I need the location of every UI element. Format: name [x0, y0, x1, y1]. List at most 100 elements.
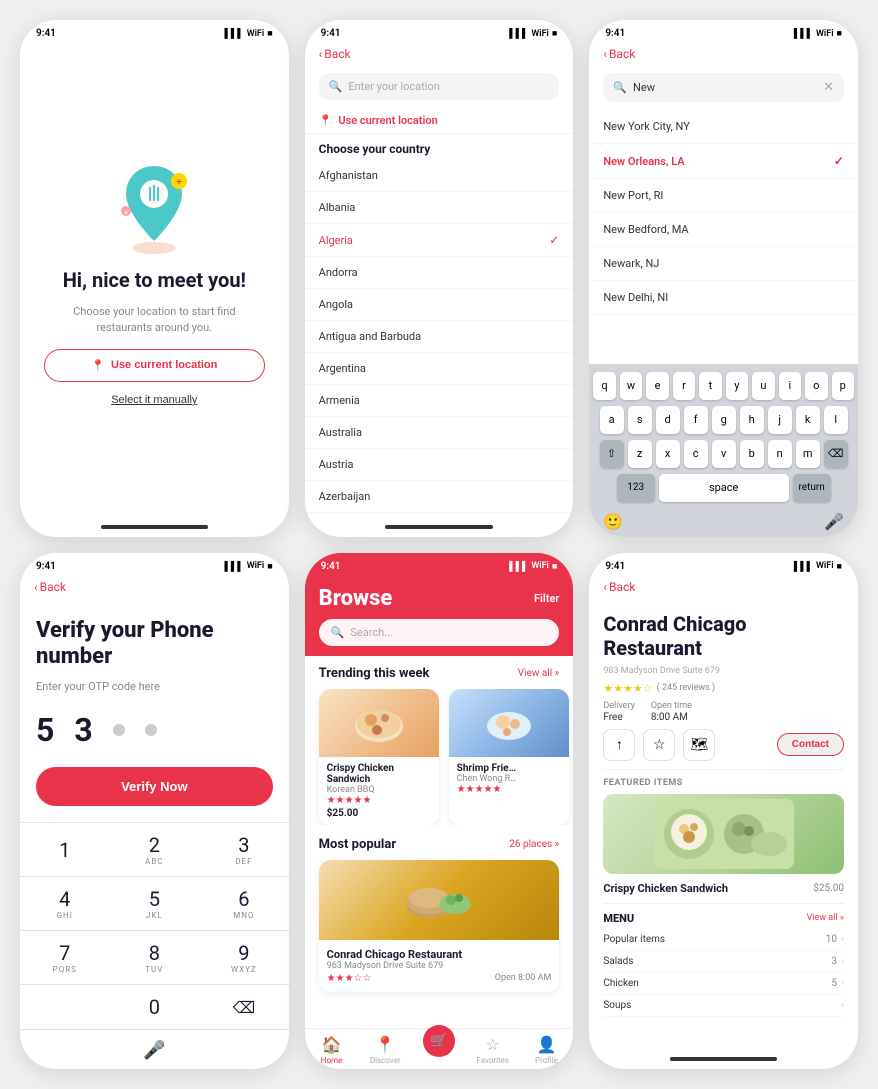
favorite-button[interactable]: ☆: [643, 729, 675, 761]
numpad-5[interactable]: 5JKL: [110, 876, 200, 930]
tab-home[interactable]: 🏠 Home: [305, 1035, 359, 1065]
result-new-port[interactable]: New Port, RI: [589, 179, 858, 213]
browse-search-bar[interactable]: 🔍 Search...: [319, 619, 560, 646]
key-c[interactable]: c: [684, 440, 708, 468]
view-all-trending[interactable]: View all »: [518, 668, 560, 679]
trending-card-1[interactable]: Crispy Chicken Sandwich Korean BBQ ★★★★★…: [319, 689, 439, 825]
numpad-6[interactable]: 6MNO: [199, 876, 289, 930]
result-new-orleans[interactable]: New Orleans, LA✓: [589, 144, 858, 179]
back-button-search[interactable]: ‹ Back: [603, 47, 635, 61]
contact-button[interactable]: Contact: [777, 733, 844, 756]
key-o[interactable]: o: [805, 372, 827, 400]
active-search-bar[interactable]: 🔍 New ✕: [603, 73, 844, 102]
menu-item-salads[interactable]: Salads 3 ›: [603, 951, 844, 973]
menu-view-all[interactable]: View all »: [807, 913, 844, 923]
view-all-popular[interactable]: 26 places »: [509, 839, 559, 850]
select-manually-button[interactable]: Select it manually: [111, 394, 197, 406]
country-austria[interactable]: Austria: [305, 449, 574, 481]
numpad-0[interactable]: 0: [110, 984, 200, 1029]
key-b[interactable]: b: [740, 440, 764, 468]
key-e[interactable]: e: [646, 372, 668, 400]
back-button-country[interactable]: ‹ Back: [319, 47, 351, 61]
country-angola[interactable]: Angola: [305, 289, 574, 321]
country-afghanistan[interactable]: Afghanistan: [305, 160, 574, 192]
key-x[interactable]: x: [656, 440, 680, 468]
share-button[interactable]: ↑: [603, 729, 635, 761]
country-andorra[interactable]: Andorra: [305, 257, 574, 289]
key-space[interactable]: space: [659, 474, 789, 502]
trending-card-2[interactable]: Shrimp Frie… Chen Wong R… ★★★★★: [449, 689, 569, 825]
tab-favorites[interactable]: ☆ Favorites: [466, 1035, 520, 1065]
popular-card-1[interactable]: Conrad Chicago Restaurant 963 Madyson Dr…: [319, 860, 560, 992]
key-p[interactable]: p: [832, 372, 854, 400]
key-i[interactable]: i: [779, 372, 801, 400]
key-shift[interactable]: ⇧: [600, 440, 624, 468]
key-m[interactable]: m: [796, 440, 820, 468]
result-new-delhi[interactable]: New Delhi, NI: [589, 281, 858, 315]
numpad-3[interactable]: 3DEF: [199, 822, 289, 876]
wifi-icon: WiFi: [531, 29, 549, 39]
key-a[interactable]: a: [600, 406, 624, 434]
key-f[interactable]: f: [684, 406, 708, 434]
key-w[interactable]: w: [620, 372, 642, 400]
tab-profile[interactable]: 👤 Profile: [520, 1035, 574, 1065]
back-button-verify[interactable]: ‹ Back: [34, 580, 66, 594]
key-t[interactable]: t: [699, 372, 721, 400]
country-algeria[interactable]: Algeria✓: [305, 224, 574, 257]
key-q[interactable]: q: [593, 372, 615, 400]
country-bahamas[interactable]: Bahamas: [305, 513, 574, 519]
menu-item-popular[interactable]: Popular items 10 ›: [603, 929, 844, 951]
key-n[interactable]: n: [768, 440, 792, 468]
filter-button[interactable]: Filter: [534, 592, 559, 605]
emoji-icon[interactable]: 🙂: [603, 512, 623, 531]
numpad-9[interactable]: 9WXYZ: [199, 930, 289, 984]
location-search-bar[interactable]: 🔍 Enter your location: [319, 73, 560, 100]
country-argentina[interactable]: Argentina: [305, 353, 574, 385]
key-r[interactable]: r: [673, 372, 695, 400]
key-h[interactable]: h: [740, 406, 764, 434]
search-input[interactable]: New: [633, 81, 817, 94]
tab-discover[interactable]: 📍 Discover: [358, 1035, 412, 1065]
key-v[interactable]: v: [712, 440, 736, 468]
numpad-1[interactable]: 1: [20, 822, 110, 876]
result-new-york[interactable]: New York City, NY: [589, 110, 858, 144]
key-k[interactable]: k: [796, 406, 820, 434]
key-s[interactable]: s: [628, 406, 652, 434]
key-z[interactable]: z: [628, 440, 652, 468]
verify-button[interactable]: Verify Now: [36, 767, 273, 806]
menu-item-soups[interactable]: Soups ›: [603, 995, 844, 1017]
key-g[interactable]: g: [712, 406, 736, 434]
use-current-location-btn[interactable]: 📍 Use current location: [305, 108, 574, 134]
key-delete[interactable]: ⌫: [824, 440, 848, 468]
key-y[interactable]: y: [726, 372, 748, 400]
numpad-2[interactable]: 2ABC: [110, 822, 200, 876]
key-u[interactable]: u: [752, 372, 774, 400]
key-l[interactable]: l: [824, 406, 848, 434]
keyboard-row-3: ⇧ z x c v b n m ⌫: [593, 440, 854, 468]
verify-title: Verify your Phone number: [36, 618, 273, 671]
numpad-8[interactable]: 8TUV: [110, 930, 200, 984]
mic-icon[interactable]: 🎤: [824, 512, 844, 531]
use-location-button[interactable]: 📍 Use current location: [44, 349, 265, 382]
numpad-delete[interactable]: ⌫: [199, 984, 289, 1029]
key-123[interactable]: 123: [617, 474, 655, 502]
key-d[interactable]: d: [656, 406, 680, 434]
country-albania[interactable]: Albania: [305, 192, 574, 224]
country-antigua[interactable]: Antigua and Barbuda: [305, 321, 574, 353]
map-button[interactable]: 🗺: [683, 729, 715, 761]
country-armenia[interactable]: Armenia: [305, 385, 574, 417]
back-button-restaurant[interactable]: ‹ Back: [603, 580, 635, 594]
country-azerbaijan[interactable]: Azerbaijan: [305, 481, 574, 513]
status-time: 9:41: [605, 561, 625, 572]
numpad-mic[interactable]: 🎤: [20, 1029, 289, 1069]
key-j[interactable]: j: [768, 406, 792, 434]
numpad-7[interactable]: 7PQRS: [20, 930, 110, 984]
result-new-bedford[interactable]: New Bedford, MA: [589, 213, 858, 247]
key-return[interactable]: return: [793, 474, 831, 502]
clear-search-button[interactable]: ✕: [823, 80, 834, 95]
result-newark[interactable]: Newark, NJ: [589, 247, 858, 281]
tab-cart[interactable]: 🛒: [412, 1035, 466, 1065]
country-australia[interactable]: Australia: [305, 417, 574, 449]
menu-item-chicken[interactable]: Chicken 5 ›: [603, 973, 844, 995]
numpad-4[interactable]: 4GHI: [20, 876, 110, 930]
